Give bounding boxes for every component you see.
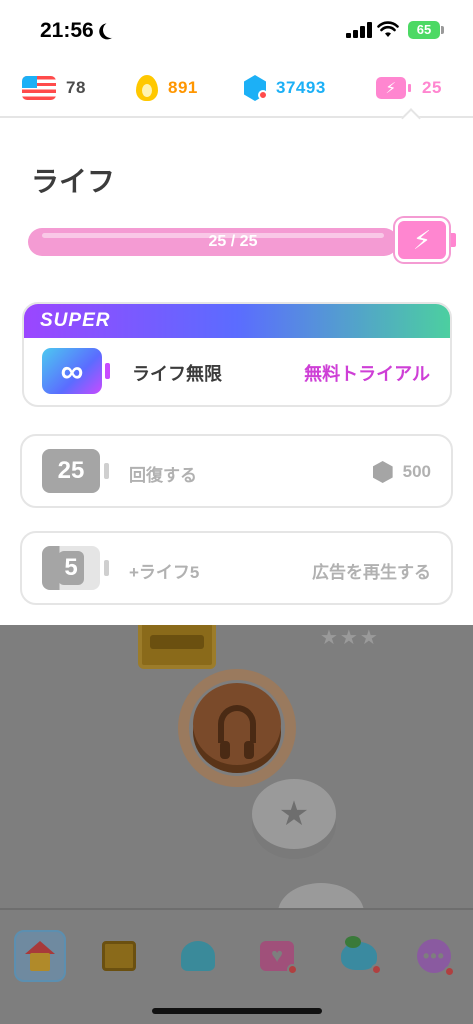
notification-dot bbox=[287, 964, 298, 975]
refill-card[interactable]: 25 回復する 500 bbox=[20, 434, 453, 508]
refill-label: 回復する bbox=[129, 466, 197, 485]
wifi-icon bbox=[377, 21, 399, 37]
free-trial-button[interactable]: 無料トライアル bbox=[304, 360, 430, 386]
refill-cost-value: 500 bbox=[402, 462, 431, 481]
stars-icon: ★★★ bbox=[320, 627, 380, 649]
energy-stat[interactable]: ⚡ 25 bbox=[376, 74, 442, 102]
panel-title: ライフ bbox=[31, 166, 116, 197]
notification-dot bbox=[371, 964, 382, 975]
refill-battery-icon: 25 bbox=[42, 449, 100, 493]
super-unlimited-card[interactable]: SUPER ∞ ライフ無限 無料トライアル bbox=[22, 302, 452, 407]
bottom-nav: ♥ ••• bbox=[0, 908, 473, 1024]
star-lesson-node[interactable]: ★ bbox=[252, 779, 336, 849]
language-count: 78 bbox=[66, 78, 86, 97]
stats-bar: 78 891 37493 ⚡ 25 bbox=[0, 60, 473, 118]
shell-icon bbox=[181, 941, 215, 971]
language-stat[interactable]: 78 bbox=[22, 74, 86, 102]
progress-text-wrap: 25 / 25 bbox=[28, 228, 438, 256]
refill-cost: 500 bbox=[372, 461, 431, 483]
status-time: 21:56 bbox=[40, 19, 94, 42]
home-indicator bbox=[152, 1008, 322, 1014]
battery-bolt-icon: ⚡ bbox=[395, 218, 449, 262]
lives-panel: ライフ 25 / 25 ⚡ SUPER ∞ ライフ無限 無料トライアル 25 回… bbox=[0, 120, 473, 625]
streak-count: 891 bbox=[168, 78, 198, 97]
nav-more[interactable]: ••• bbox=[408, 930, 460, 982]
ad-battery-icon: 5 bbox=[42, 546, 100, 590]
nav-profile[interactable] bbox=[333, 930, 385, 982]
flame-icon bbox=[136, 75, 158, 101]
nav-quests[interactable] bbox=[93, 930, 145, 982]
super-badge: SUPER bbox=[24, 304, 450, 338]
us-flag-icon bbox=[22, 76, 56, 100]
watch-ad-card[interactable]: 5 +ライフ5 広告を再生する bbox=[20, 531, 453, 605]
headphones-icon bbox=[218, 705, 256, 759]
streak-stat[interactable]: 891 bbox=[136, 74, 198, 102]
battery-tip bbox=[451, 233, 456, 247]
gems-stat[interactable]: 37493 bbox=[244, 74, 326, 102]
status-bar: 21:56 65 bbox=[0, 0, 473, 60]
infinity-battery-tip bbox=[105, 363, 110, 379]
learning-path-overlay[interactable]: ★★★ ★ bbox=[0, 625, 473, 908]
unlimited-lives-label: ライフ無限 bbox=[132, 364, 222, 384]
ad-reward-label: +ライフ5 bbox=[129, 563, 200, 582]
progress-text: 25 / 25 bbox=[208, 233, 258, 250]
next-lesson-node[interactable] bbox=[278, 883, 364, 908]
play-ad-button[interactable]: 広告を再生する bbox=[312, 558, 431, 583]
gem-icon bbox=[372, 461, 393, 483]
current-lesson-node[interactable] bbox=[193, 683, 281, 765]
moon-icon bbox=[101, 20, 122, 41]
home-icon bbox=[25, 941, 55, 971]
energy-count: 25 bbox=[422, 78, 442, 97]
infinity-icon: ∞ bbox=[42, 348, 102, 394]
refill-battery-tip bbox=[104, 463, 109, 479]
nav-leagues[interactable] bbox=[172, 930, 224, 982]
notification-dot bbox=[444, 966, 455, 977]
chest-icon bbox=[102, 941, 136, 971]
treasure-chest-icon bbox=[138, 625, 216, 669]
cellular-signal-icon bbox=[346, 22, 372, 38]
battery-indicator: 65 bbox=[408, 21, 440, 39]
gem-notification-dot bbox=[258, 90, 268, 100]
ad-battery-tip bbox=[104, 560, 109, 576]
battery-tip bbox=[441, 26, 444, 34]
ad-battery-value: 5 bbox=[58, 551, 84, 585]
nav-home[interactable] bbox=[14, 930, 66, 982]
battery-bolt-icon: ⚡ bbox=[376, 77, 411, 99]
nav-friends[interactable]: ♥ bbox=[251, 930, 303, 982]
gem-count: 37493 bbox=[276, 78, 326, 97]
